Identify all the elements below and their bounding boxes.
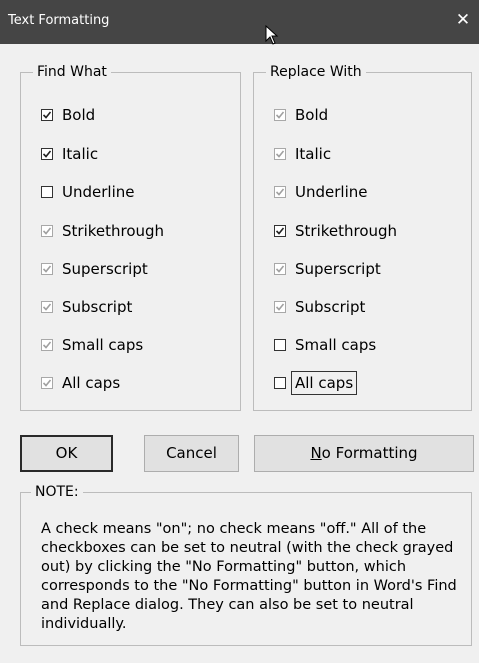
- checkbox-label: Superscript: [295, 260, 381, 278]
- checkbox-box-icon[interactable]: [41, 339, 53, 351]
- checkbox-box-icon[interactable]: [274, 148, 286, 160]
- checkbox-box-icon[interactable]: [274, 109, 286, 121]
- no-formatting-mnemonic: N: [310, 444, 322, 462]
- no-formatting-label: o Formatting: [321, 444, 418, 462]
- check-mark-icon: [43, 341, 51, 349]
- no-formatting-button[interactable]: No Formatting: [254, 435, 474, 472]
- replace-with-group: Replace With Bold Italic Underline Striketh…: [253, 62, 472, 411]
- close-icon[interactable]: ✕: [453, 10, 473, 30]
- ok-button[interactable]: OK: [20, 435, 113, 472]
- checkbox-label: Italic: [295, 145, 332, 163]
- replace-with-legend: Replace With: [266, 62, 366, 82]
- checkbox-box-icon[interactable]: [274, 377, 286, 389]
- checkbox-label: Underline: [295, 183, 368, 201]
- checkbox-label: Italic: [62, 145, 99, 163]
- checkbox-label: Bold: [295, 106, 329, 124]
- checkbox-box-icon[interactable]: [274, 263, 286, 275]
- checkbox-box-icon[interactable]: [274, 225, 286, 237]
- check-mark-icon: [43, 379, 51, 387]
- window-title: Text Formatting: [8, 13, 110, 28]
- checkbox-label: Strikethrough: [295, 222, 398, 240]
- checkbox-box-icon[interactable]: [41, 148, 53, 160]
- check-mark-icon: [276, 303, 284, 311]
- checkbox-label: Bold: [62, 106, 96, 124]
- check-mark-icon: [276, 265, 284, 273]
- checkbox-label: Subscript: [295, 298, 366, 316]
- checkbox-box-icon[interactable]: [41, 263, 53, 275]
- note-group: NOTE: A check means "on"; no check means…: [20, 482, 472, 646]
- mouse-cursor-icon: [265, 25, 279, 45]
- checkbox-label: All caps: [62, 374, 121, 392]
- title-bar: Text Formatting ✕: [0, 0, 479, 44]
- checkbox-box-icon[interactable]: [274, 186, 286, 198]
- checkbox-box-icon[interactable]: [41, 377, 53, 389]
- checkbox-label: Superscript: [62, 260, 148, 278]
- check-mark-icon: [43, 150, 51, 158]
- checkbox-box-icon[interactable]: [41, 186, 53, 198]
- check-mark-icon: [276, 111, 284, 119]
- check-mark-icon: [276, 188, 284, 196]
- checkbox-box-icon[interactable]: [41, 301, 53, 313]
- note-legend: NOTE:: [31, 482, 83, 502]
- checkbox-label: Subscript: [62, 298, 133, 316]
- checkbox-label: All caps: [290, 371, 358, 395]
- note-text: A check means "on"; no check means "off.…: [41, 521, 457, 632]
- checkbox-box-icon[interactable]: [274, 339, 286, 351]
- find-what-legend: Find What: [33, 62, 111, 82]
- checkbox-label: Small caps: [295, 336, 377, 354]
- checkbox-label: Small caps: [62, 336, 144, 354]
- checkbox-label: Strikethrough: [62, 222, 165, 240]
- check-mark-icon: [43, 227, 51, 235]
- find-what-group: Find What Bold Italic Underline Strikethrou…: [20, 62, 241, 411]
- check-mark-icon: [43, 265, 51, 273]
- checkbox-box-icon[interactable]: [274, 301, 286, 313]
- check-mark-icon: [43, 303, 51, 311]
- checkbox-box-icon[interactable]: [41, 109, 53, 121]
- checkbox-box-icon[interactable]: [41, 225, 53, 237]
- checkbox-label: Underline: [62, 183, 135, 201]
- check-mark-icon: [276, 150, 284, 158]
- check-mark-icon: [276, 227, 284, 235]
- check-mark-icon: [43, 111, 51, 119]
- cancel-button[interactable]: Cancel: [144, 435, 239, 472]
